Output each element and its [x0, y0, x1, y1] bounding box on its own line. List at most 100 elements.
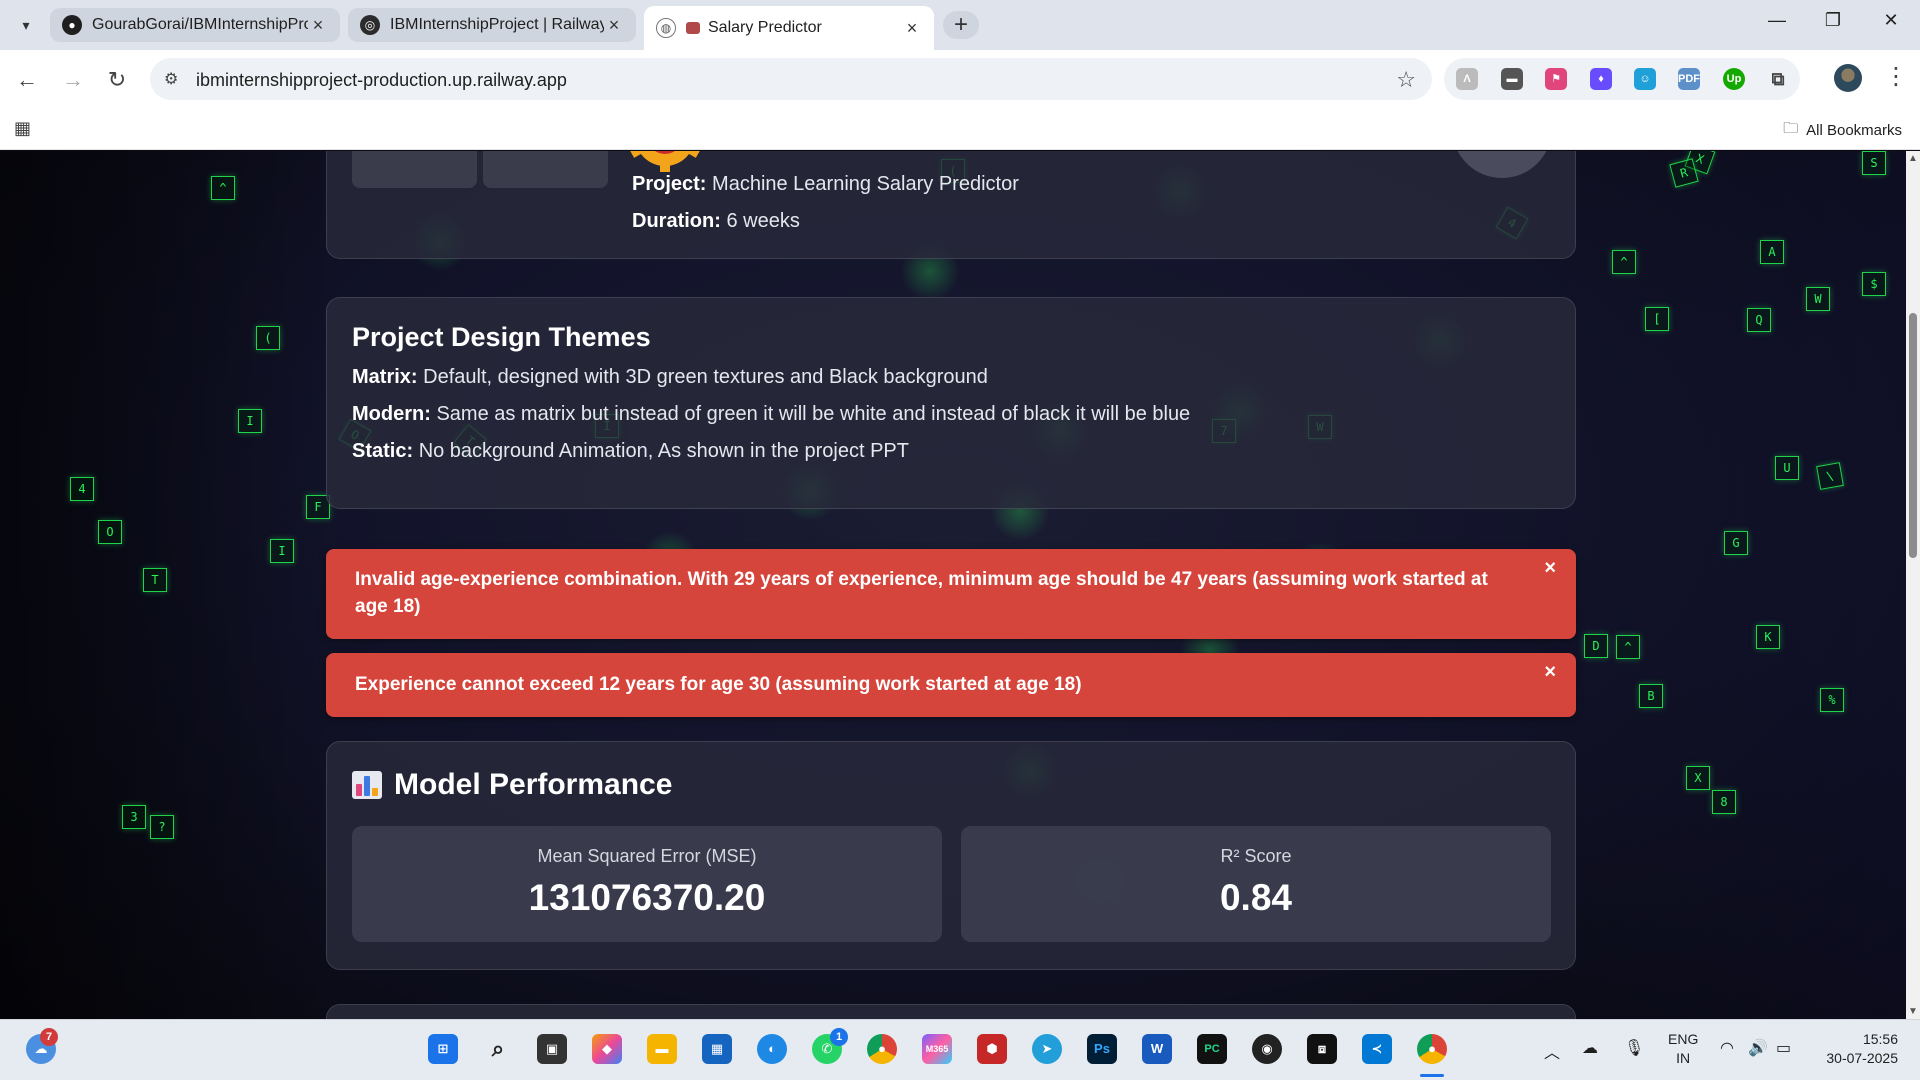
tab-salary-predictor[interactable]: ◍ Salary Predictor × [644, 6, 934, 50]
duration-line: Duration: 6 weeks [632, 203, 1019, 240]
site-settings-icon[interactable]: ⚙ [164, 69, 178, 89]
extension-flag-icon[interactable]: ⚑ [1545, 68, 1567, 90]
volume-icon[interactable]: 🔊 [1748, 1038, 1768, 1058]
pycharm-icon[interactable]: PC [1197, 1034, 1227, 1064]
url-text[interactable]: ibminternshipproject-production.up.railw… [196, 70, 567, 91]
tab-github[interactable]: ● GourabGorai/IBMInternshipProj × [50, 8, 340, 42]
restore-icon[interactable]: ❐ [1818, 10, 1848, 31]
clock-time: 15:56 [1862, 1031, 1898, 1047]
copilot-icon[interactable]: ◆ [592, 1034, 622, 1064]
profile-avatar[interactable] [1834, 64, 1862, 92]
performance-heading: Model Performance [352, 768, 1550, 802]
extension-chat-icon[interactable]: ☺ [1634, 68, 1656, 90]
next-card-partial [326, 1004, 1576, 1019]
browser-menu-icon[interactable]: ⋮ [1884, 62, 1908, 91]
matrix-glyph: X [1686, 766, 1710, 790]
project-line: Project: Machine Learning Salary Predict… [632, 166, 1019, 203]
theme-item-matrix: Matrix: Default, designed with 3D green … [352, 359, 1550, 396]
matrix-glyph: A [1760, 240, 1784, 264]
close-window-icon[interactable]: ✕ [1876, 10, 1906, 31]
task-view-icon[interactable]: ▣ [537, 1034, 567, 1064]
address-bar[interactable]: ⚙ ibminternshipproject-production.up.rai… [150, 58, 1432, 100]
extensions-puzzle-icon[interactable]: ⧉ [1767, 68, 1789, 90]
matrix-glyph: U [1775, 456, 1799, 480]
region-code: IN [1676, 1050, 1691, 1066]
epic-icon[interactable]: ⧈ [1307, 1034, 1337, 1064]
shield-icon[interactable]: ⬢ [977, 1034, 1007, 1064]
search-icon[interactable]: ⌕ [483, 1034, 513, 1064]
apps-grid-icon[interactable]: ▦ [14, 118, 31, 139]
matrix-glyph: K [1756, 625, 1780, 649]
theme-item-static: Static: No background Animation, As show… [352, 433, 1550, 470]
matrix-glyph: T [143, 568, 167, 592]
project-value: Machine Learning Salary Predictor [712, 173, 1019, 195]
extension-upwork-icon[interactable]: Up [1723, 68, 1745, 90]
r2-metric-box: R² Score 0.84 [961, 826, 1551, 942]
vscode-icon[interactable]: ≺ [1362, 1034, 1392, 1064]
telegram-icon[interactable]: ➤ [1032, 1034, 1062, 1064]
matrix-glyph: 4 [70, 477, 94, 501]
globe-icon: ◍ [656, 18, 676, 38]
language-indicator[interactable]: ENG IN [1668, 1030, 1698, 1068]
extension-pdf-icon[interactable]: PDF [1678, 68, 1700, 90]
matrix-glyph: ( [256, 326, 280, 350]
microphone-icon[interactable]: 🎙 [1624, 1038, 1644, 1058]
folder-icon: 🗀 [1783, 120, 1799, 137]
mse-metric-box: Mean Squared Error (MSE) 131076370.20 [352, 826, 942, 942]
minimize-icon[interactable]: — [1762, 10, 1792, 31]
word-icon[interactable]: W [1142, 1034, 1172, 1064]
close-tab-icon[interactable]: × [902, 18, 922, 39]
alert-close-icon[interactable]: × [1544, 659, 1556, 686]
error-alert: Experience cannot exceed 12 years for ag… [326, 653, 1576, 717]
themes-title: Project Design Themes [352, 322, 651, 352]
logo-box [483, 151, 701, 188]
extensions-area: Λ ▬ ⚑ ♦ ☺ PDF Up ⧉ [1444, 58, 1800, 100]
chrome-active-icon[interactable]: ● [1417, 1034, 1447, 1064]
extension-screen-icon[interactable]: ▬ [1501, 68, 1523, 90]
page-scrollbar[interactable]: ▲ ▼ [1906, 151, 1920, 1019]
m365-icon[interactable]: M365 [922, 1034, 952, 1064]
matrix-glyph: \ [1816, 462, 1844, 490]
extension-flame-icon[interactable]: ♦ [1590, 68, 1612, 90]
all-bookmarks-button[interactable]: 🗀 All Bookmarks [1783, 118, 1902, 143]
forward-icon[interactable]: → [58, 65, 88, 95]
alert-message: Experience cannot exceed 12 years for ag… [355, 674, 1082, 695]
project-label: Project: [632, 173, 707, 195]
briefcase-icon [686, 22, 700, 34]
design-themes-card: Project Design Themes Matrix: Default, d… [326, 297, 1576, 509]
theme-text: No background Animation, As shown in the… [418, 440, 909, 462]
reload-icon[interactable]: ↻ [102, 65, 132, 95]
chrome-icon[interactable]: ● [867, 1034, 897, 1064]
tab-railway[interactable]: ◎ IBMInternshipProject | Railway × [348, 8, 636, 42]
tray-chevron-icon[interactable]: ︿ [1544, 1039, 1560, 1063]
back-icon[interactable]: ← [12, 65, 42, 95]
onedrive-icon[interactable]: ☁ [1582, 1038, 1598, 1058]
wifi-icon[interactable]: ◠ [1720, 1038, 1734, 1058]
alert-close-icon[interactable]: × [1544, 555, 1556, 582]
new-tab-button[interactable]: + [943, 11, 979, 39]
tab-search-chevron-icon[interactable]: ▾ [14, 13, 38, 37]
browser-toolbar: ← → ↻ ⚙ ibminternshipproject-production.… [0, 50, 1920, 108]
edge-like-icon[interactable]: ◐ [757, 1034, 787, 1064]
scroll-down-icon[interactable]: ▼ [1908, 1006, 1918, 1017]
store-icon[interactable]: ▦ [702, 1034, 732, 1064]
scroll-up-icon[interactable]: ▲ [1908, 153, 1918, 164]
scrollbar-thumb[interactable] [1909, 313, 1917, 558]
bar-chart-icon [352, 771, 382, 799]
battery-icon[interactable]: ▭ [1776, 1038, 1791, 1058]
matrix-glyph: ^ [211, 176, 235, 200]
photoshop-icon[interactable]: Ps [1087, 1034, 1117, 1064]
close-tab-icon[interactable]: × [604, 15, 624, 36]
extension-a-icon[interactable]: Λ [1456, 68, 1478, 90]
bookmark-star-icon[interactable]: ☆ [1396, 67, 1416, 93]
matrix-glyph: I [238, 409, 262, 433]
project-info-card: Project: Machine Learning Salary Predict… [326, 151, 1576, 259]
metric-value: 0.84 [1219, 877, 1292, 918]
close-tab-icon[interactable]: × [308, 15, 328, 36]
steam-icon[interactable]: ◉ [1252, 1034, 1282, 1064]
file-explorer-icon[interactable]: ▬ [647, 1034, 677, 1064]
clock[interactable]: 15:56 30-07-2025 [1818, 1030, 1898, 1068]
start-icon[interactable]: ⊞ [428, 1034, 458, 1064]
railway-icon: ◎ [360, 15, 380, 35]
matrix-glyph: Q [1747, 308, 1771, 332]
